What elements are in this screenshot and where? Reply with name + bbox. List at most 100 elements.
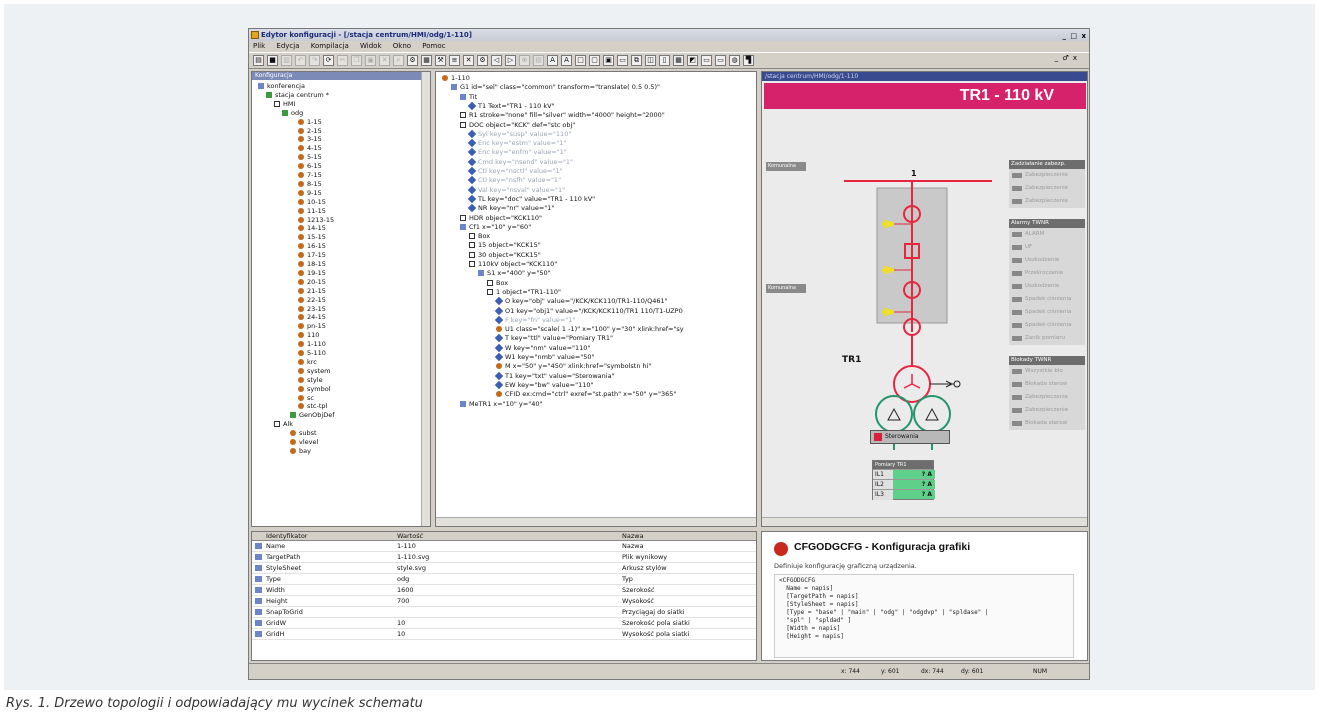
tree-item[interactable]: 1-15 bbox=[298, 118, 322, 126]
text-bold-icon[interactable]: A bbox=[561, 55, 572, 66]
tree-scrollbar[interactable] bbox=[421, 72, 430, 526]
xml-node[interactable]: Tit bbox=[460, 93, 477, 101]
xml-node[interactable]: U1 class="scale( 1 -1)" x="100" y="30" x… bbox=[496, 325, 684, 333]
tree-item[interactable]: 16-15 bbox=[298, 242, 326, 250]
protection-item[interactable]: Zabezpieczenie bbox=[1009, 169, 1085, 182]
tree-item[interactable]: odg bbox=[282, 109, 303, 117]
xml-node[interactable]: Box bbox=[469, 232, 490, 240]
property-row[interactable]: SnapToGrid Przyciągaj do siatki bbox=[252, 607, 756, 618]
alarm-item[interactable]: ALARM bbox=[1009, 228, 1085, 241]
property-value[interactable]: 700 bbox=[397, 596, 409, 607]
col-name[interactable]: Nazwa bbox=[622, 532, 644, 541]
bookmark-icon[interactable]: ▜ bbox=[743, 55, 754, 66]
tree-item[interactable]: sc bbox=[298, 394, 314, 402]
protection-item[interactable]: Zabezpieczenie bbox=[1009, 195, 1085, 208]
xml-node[interactable]: NR key="nr" value="1" bbox=[467, 203, 554, 213]
property-row[interactable]: Height 700 Wysokość bbox=[252, 596, 756, 607]
back-icon[interactable]: ◁ bbox=[491, 55, 502, 66]
xml-node[interactable]: T1 key="txt" value="Sterowania" bbox=[494, 371, 615, 380]
alarm-item[interactable]: Spadek ciśnienia bbox=[1009, 319, 1085, 332]
tree-item[interactable]: symbol bbox=[298, 385, 330, 393]
forward-icon[interactable]: ▷ bbox=[505, 55, 516, 66]
refresh-icon[interactable]: ⟳ bbox=[323, 55, 334, 66]
tree-item[interactable]: 20-15 bbox=[298, 278, 326, 286]
find-icon[interactable]: ⌕ bbox=[393, 55, 404, 66]
tree-item[interactable]: 7-15 bbox=[298, 171, 322, 179]
interlock-item[interactable]: Zabezpieczenie bbox=[1009, 404, 1085, 417]
xml-node[interactable]: Val key="nsval" value="1" bbox=[467, 185, 565, 194]
tree-item[interactable]: 9-15 bbox=[298, 189, 322, 197]
frame-icon[interactable]: ▢ bbox=[589, 55, 600, 66]
tree-item[interactable]: 8-15 bbox=[298, 180, 322, 188]
tiles-icon[interactable]: ▦ bbox=[673, 55, 684, 66]
monitor-icon[interactable]: ▭ bbox=[715, 55, 726, 66]
col-value[interactable]: Wartość bbox=[397, 532, 423, 541]
protection-item[interactable]: Zabezpieczenie bbox=[1009, 182, 1085, 195]
tree-item[interactable]: style bbox=[298, 376, 323, 384]
tree-item[interactable]: 10-15 bbox=[298, 198, 326, 206]
xml-node[interactable]: T key="ttl" value="Pomiary TR1" bbox=[494, 334, 613, 343]
tree-item[interactable]: subst bbox=[290, 429, 317, 437]
xml-node[interactable]: Enc key="estm" value="1" bbox=[467, 138, 566, 148]
tools-icon[interactable]: ⚒ bbox=[435, 55, 446, 66]
tree-icon[interactable]: ≡ bbox=[449, 55, 460, 66]
xml-node[interactable]: W key="nm" value="110" bbox=[494, 343, 590, 352]
property-value[interactable]: odg bbox=[397, 574, 409, 585]
xml-node[interactable]: O1 key="obj1" value="/KCK/KCK110/TR1 110… bbox=[494, 306, 683, 315]
redo-icon[interactable]: ↷ bbox=[309, 55, 320, 66]
property-row[interactable]: Type odg Typ bbox=[252, 574, 756, 585]
xml-node[interactable]: W1 key="nmb" value="50" bbox=[494, 352, 595, 362]
tree-item[interactable]: GenObjDef bbox=[290, 411, 335, 419]
tree-item[interactable]: 110 bbox=[298, 331, 319, 339]
xml-node[interactable]: Cmd key="nsend" value="1" bbox=[467, 157, 573, 166]
settings-icon[interactable]: ⚙ bbox=[477, 55, 488, 66]
select-icon[interactable]: ◩ bbox=[687, 55, 698, 66]
xml-node[interactable]: T1 Text="TR1 - 110 kV" bbox=[467, 101, 555, 111]
property-row[interactable]: GridH 10 Wysokość pola siatki bbox=[252, 629, 756, 640]
xml-node[interactable]: 1 object="TR1-110" bbox=[487, 288, 561, 296]
interlock-item[interactable]: Blokada sterow bbox=[1009, 417, 1085, 430]
tree-item[interactable]: 5-15 bbox=[298, 153, 322, 161]
layers-icon[interactable]: ▤ bbox=[533, 55, 544, 66]
close-x-icon[interactable]: ✕ bbox=[463, 55, 474, 66]
xml-node[interactable]: S1 x="400" y="50" bbox=[478, 269, 551, 277]
property-row[interactable]: StyleSheet style.svg Arkusz stylów bbox=[252, 563, 756, 574]
menu-edycja[interactable]: Edycja bbox=[276, 42, 299, 50]
grid-icon[interactable]: ▦ bbox=[421, 55, 432, 66]
tree-item[interactable]: 21-15 bbox=[298, 287, 326, 295]
zoom-icon[interactable]: ⊕ bbox=[519, 55, 530, 66]
tree-item[interactable]: vlevel bbox=[290, 438, 318, 446]
alarm-item[interactable]: UF bbox=[1009, 241, 1085, 254]
xml-node[interactable]: 30 object="KCK15" bbox=[469, 251, 541, 259]
xml-node[interactable]: CFID ex:cmd="ctrl" exref="st.path" x="50… bbox=[496, 390, 676, 398]
xml-node[interactable]: Ctl key="nsfh" value="1" bbox=[467, 176, 561, 185]
menu-plik[interactable]: Plik bbox=[253, 42, 265, 50]
menu-okno[interactable]: Okno bbox=[393, 42, 411, 50]
xml-node[interactable]: R1 stroke="none" fill="silver" width="40… bbox=[460, 111, 665, 119]
xml-node[interactable]: 110kV object="KCK110" bbox=[469, 260, 557, 268]
xml-node[interactable]: HDR object="KCK110" bbox=[460, 214, 542, 222]
tree-item[interactable]: 19-15 bbox=[298, 269, 326, 277]
property-row[interactable]: Name 1-110 Nazwa bbox=[252, 541, 756, 552]
text-icon[interactable]: A bbox=[547, 55, 558, 66]
rect2-icon[interactable]: ▭ bbox=[701, 55, 712, 66]
xml-node[interactable]: Cf1 x="10" y="60" bbox=[460, 223, 531, 231]
tree-item[interactable]: 6-15 bbox=[298, 162, 322, 170]
control-button[interactable]: Sterowania bbox=[870, 430, 950, 444]
delete-icon[interactable]: ✕ bbox=[379, 55, 390, 66]
xml-node[interactable]: G1 id="sel" class="common" transform="tr… bbox=[451, 83, 660, 91]
alarm-item[interactable]: Zanik pomiaru bbox=[1009, 332, 1085, 345]
tree-item[interactable]: konferencja bbox=[258, 82, 305, 90]
tree-item[interactable]: pn-15 bbox=[298, 322, 326, 330]
lv-winding-2[interactable] bbox=[913, 395, 951, 433]
menu-widok[interactable]: Widok bbox=[360, 42, 382, 50]
tree-item[interactable]: stacja centrum * bbox=[266, 91, 329, 99]
alarm-item[interactable]: Uszkodzenie bbox=[1009, 254, 1085, 267]
menu-kompilacja[interactable]: Kompilacja bbox=[311, 42, 349, 50]
tree-item[interactable]: krc bbox=[298, 358, 317, 366]
rect-icon[interactable]: □ bbox=[575, 55, 586, 66]
lv-winding-1[interactable] bbox=[875, 395, 913, 433]
property-row[interactable]: TargetPath 1-110.svg Plik wynikowy bbox=[252, 552, 756, 563]
interlock-item[interactable]: Blokada sterow bbox=[1009, 378, 1085, 391]
compile-icon[interactable]: ⚙ bbox=[407, 55, 418, 66]
